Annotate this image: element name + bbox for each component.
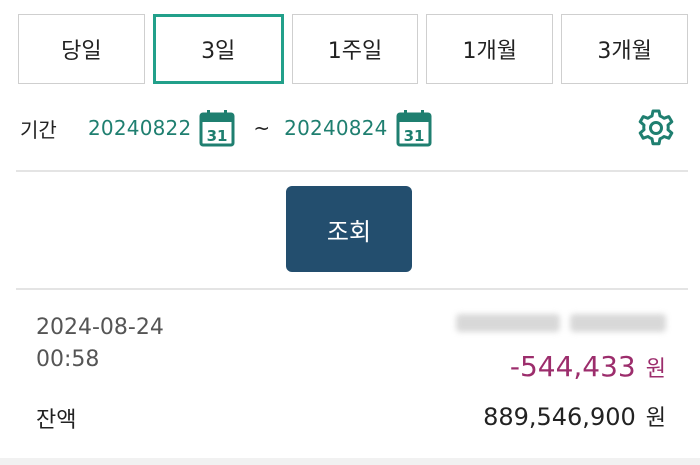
- divider: [16, 288, 688, 290]
- divider: [16, 170, 688, 172]
- transaction-description-redacted: [446, 314, 666, 336]
- tab-3days[interactable]: 3일: [152, 14, 284, 84]
- period-label: 기간: [20, 117, 57, 142]
- period-tabs: 당일 3일 1주일 1개월 3개월: [18, 14, 688, 84]
- redacted-text: [570, 314, 666, 332]
- transaction-amount: -544,433 원: [510, 350, 666, 383]
- gear-icon[interactable]: [636, 108, 676, 148]
- tab-today[interactable]: 당일: [18, 14, 145, 84]
- calendar-day-text: 31: [207, 127, 228, 145]
- bottom-separator: [0, 458, 700, 465]
- search-button[interactable]: 조회: [286, 186, 412, 272]
- calendar-day-text: 31: [403, 127, 424, 145]
- transaction-amount-value: -544,433: [509, 350, 636, 383]
- tab-3months[interactable]: 3개월: [561, 14, 688, 84]
- calendar-icon[interactable]: 31: [199, 109, 235, 147]
- transaction-datetime: 2024-08-24 00:58: [36, 312, 164, 376]
- transaction-amount-unit: 원: [645, 357, 666, 382]
- transaction-time: 00:58: [36, 347, 100, 372]
- transaction-date: 2024-08-24: [36, 315, 164, 340]
- date-separator: ~: [253, 116, 271, 140]
- tab-1week[interactable]: 1주일: [291, 14, 419, 84]
- balance-label: 잔액: [36, 408, 77, 433]
- redacted-text: [456, 314, 560, 332]
- balance-amount-unit: 원: [645, 406, 666, 431]
- tab-1month[interactable]: 1개월: [426, 14, 554, 84]
- balance-amount-value: 889,546,900: [483, 403, 636, 431]
- start-date-field[interactable]: 20240822: [88, 116, 191, 140]
- calendar-icon[interactable]: 31: [396, 109, 432, 147]
- date-range-row: 기간 20240822 31 ~ 20240824 31: [20, 104, 680, 152]
- end-date-field[interactable]: 20240824: [284, 116, 387, 140]
- balance-amount: 889,546,900 원: [483, 400, 666, 432]
